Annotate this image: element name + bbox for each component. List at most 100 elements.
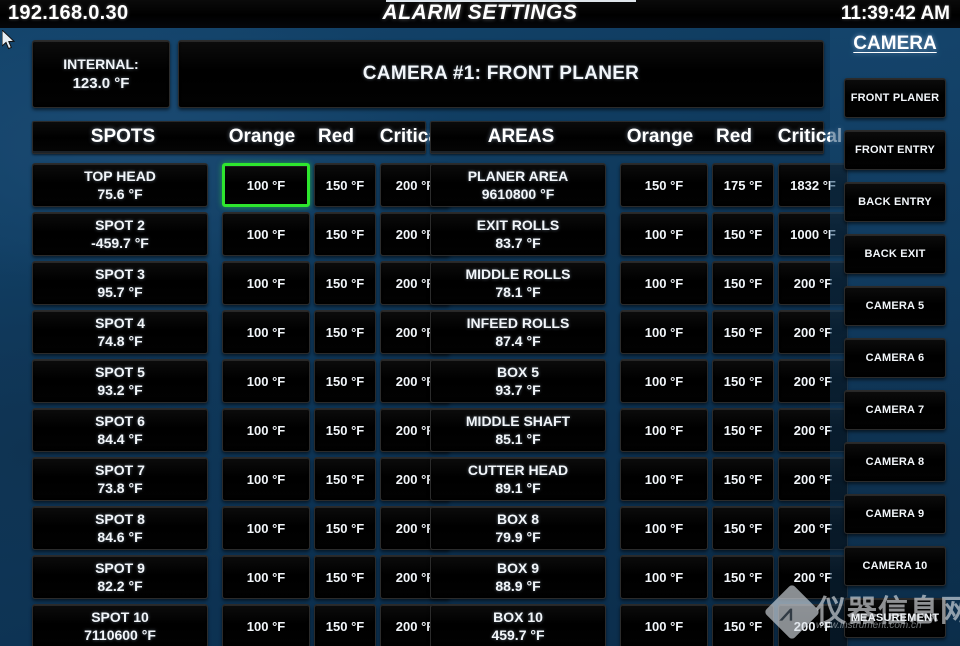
- area-orange-threshold[interactable]: 100 °F: [620, 261, 708, 305]
- area-red-threshold[interactable]: 150 °F: [712, 555, 774, 599]
- table-row: BOX 8 79.9 °F 100 °F 150 °F 200 °F: [430, 506, 848, 555]
- area-orange-threshold[interactable]: 100 °F: [620, 359, 708, 403]
- spot-red-threshold[interactable]: 150 °F: [314, 506, 376, 550]
- area-current-temp: 83.7 °F: [495, 235, 541, 251]
- area-red-threshold[interactable]: 150 °F: [712, 310, 774, 354]
- areas-table-body: PLANER AREA 9610800 °F 150 °F 175 °F 1832 °F…: [430, 163, 848, 646]
- camera-button-camera-5[interactable]: CAMERA 5: [844, 286, 946, 326]
- table-row: PLANER AREA 9610800 °F 150 °F 175 °F 1832 °F: [430, 163, 848, 212]
- spot-red-threshold[interactable]: 150 °F: [314, 310, 376, 354]
- spot-red-threshold[interactable]: 150 °F: [314, 457, 376, 501]
- area-name-cell[interactable]: BOX 5 93.7 °F: [430, 359, 606, 403]
- area-orange-threshold[interactable]: 150 °F: [620, 163, 708, 207]
- area-name-cell[interactable]: CUTTER HEAD 89.1 °F: [430, 457, 606, 501]
- area-red-threshold[interactable]: 150 °F: [712, 261, 774, 305]
- spot-red-threshold[interactable]: 150 °F: [314, 212, 376, 256]
- area-label: BOX 8: [496, 511, 539, 527]
- area-red-threshold[interactable]: 150 °F: [712, 457, 774, 501]
- area-label: MIDDLE SHAFT: [465, 413, 571, 429]
- spot-name-cell[interactable]: SPOT 4 74.8 °F: [32, 310, 208, 354]
- spot-current-temp: 75.6 °F: [97, 186, 143, 202]
- spot-label: SPOT 6: [95, 413, 145, 429]
- area-name-cell[interactable]: MIDDLE SHAFT 85.1 °F: [430, 408, 606, 452]
- area-red-threshold[interactable]: 150 °F: [712, 506, 774, 550]
- spot-current-temp: 93.2 °F: [97, 382, 143, 398]
- spot-name-cell[interactable]: SPOT 10 7110600 °F: [32, 604, 208, 646]
- clock-time: 11:39:42 AM: [840, 3, 950, 24]
- spot-orange-threshold[interactable]: 100 °F: [222, 212, 310, 256]
- spot-name-cell[interactable]: SPOT 5 93.2 °F: [32, 359, 208, 403]
- area-red-threshold[interactable]: 150 °F: [712, 212, 774, 256]
- spot-name-cell[interactable]: TOP HEAD 75.6 °F: [32, 163, 208, 207]
- spot-orange-threshold[interactable]: 100 °F: [222, 310, 310, 354]
- area-name-cell[interactable]: BOX 8 79.9 °F: [430, 506, 606, 550]
- spot-red-threshold[interactable]: 150 °F: [314, 408, 376, 452]
- camera-button-camera-10[interactable]: CAMERA 10: [844, 546, 946, 586]
- spots-table-header: SPOTS Orange Red Critical: [32, 121, 444, 154]
- camera-button-front-entry[interactable]: FRONT ENTRY: [844, 130, 946, 170]
- spot-label: SPOT 7: [95, 462, 145, 478]
- area-orange-threshold[interactable]: 100 °F: [620, 212, 708, 256]
- camera-button-front-planer[interactable]: FRONT PLANER: [844, 78, 946, 118]
- area-label: CUTTER HEAD: [467, 462, 569, 478]
- area-red-threshold[interactable]: 150 °F: [712, 359, 774, 403]
- area-name-cell[interactable]: BOX 10 459.7 °F: [430, 604, 606, 646]
- camera-button-camera-9[interactable]: CAMERA 9: [844, 494, 946, 534]
- area-orange-threshold[interactable]: 100 °F: [620, 555, 708, 599]
- spot-orange-threshold[interactable]: 100 °F: [222, 359, 310, 403]
- area-name-cell[interactable]: EXIT ROLLS 83.7 °F: [430, 212, 606, 256]
- camera-button-camera-8[interactable]: CAMERA 8: [844, 442, 946, 482]
- camera-button-camera-7[interactable]: CAMERA 7: [844, 390, 946, 430]
- spot-orange-threshold[interactable]: 100 °F: [222, 261, 310, 305]
- area-name-cell[interactable]: MIDDLE ROLLS 78.1 °F: [430, 261, 606, 305]
- spot-orange-threshold[interactable]: 100 °F: [222, 604, 310, 646]
- spot-name-cell[interactable]: SPOT 2 -459.7 °F: [32, 212, 208, 256]
- spot-red-threshold[interactable]: 150 °F: [314, 555, 376, 599]
- spot-name-cell[interactable]: SPOT 3 95.7 °F: [32, 261, 208, 305]
- area-current-temp: 459.7 °F: [491, 627, 545, 643]
- internal-temperature-box: INTERNAL: 123.0 °F: [32, 40, 170, 108]
- spot-name-cell[interactable]: SPOT 6 84.4 °F: [32, 408, 208, 452]
- area-current-temp: 85.1 °F: [495, 431, 541, 447]
- spot-name-cell[interactable]: SPOT 9 82.2 °F: [32, 555, 208, 599]
- spot-orange-threshold[interactable]: 100 °F: [222, 506, 310, 550]
- spot-current-temp: 95.7 °F: [97, 284, 143, 300]
- area-red-threshold[interactable]: 150 °F: [712, 604, 774, 646]
- spot-red-threshold[interactable]: 150 °F: [314, 261, 376, 305]
- internal-temperature-label: INTERNAL:: [63, 55, 139, 72]
- spot-orange-threshold[interactable]: 100 °F: [222, 457, 310, 501]
- camera-button-camera-6[interactable]: CAMERA 6: [844, 338, 946, 378]
- area-red-threshold[interactable]: 150 °F: [712, 408, 774, 452]
- spot-name-cell[interactable]: SPOT 7 73.8 °F: [32, 457, 208, 501]
- spot-label: SPOT 5: [95, 364, 145, 380]
- spot-orange-threshold[interactable]: 100 °F: [222, 408, 310, 452]
- spot-label: SPOT 3: [95, 266, 145, 282]
- table-row: EXIT ROLLS 83.7 °F 100 °F 150 °F 1000 °F: [430, 212, 848, 261]
- spot-label: SPOT 4: [95, 315, 145, 331]
- area-orange-threshold[interactable]: 100 °F: [620, 457, 708, 501]
- camera-button-back-entry[interactable]: BACK ENTRY: [844, 182, 946, 222]
- table-row: SPOT 2 -459.7 °F 100 °F 150 °F 200 °F: [32, 212, 450, 261]
- area-current-temp: 93.7 °F: [495, 382, 541, 398]
- area-orange-threshold[interactable]: 100 °F: [620, 604, 708, 646]
- area-name-cell[interactable]: INFEED ROLLS 87.4 °F: [430, 310, 606, 354]
- area-name-cell[interactable]: BOX 9 88.9 °F: [430, 555, 606, 599]
- area-current-temp: 88.9 °F: [495, 578, 541, 594]
- areas-header-name: AREAS: [487, 126, 555, 147]
- spot-red-threshold[interactable]: 150 °F: [314, 163, 376, 207]
- area-red-threshold[interactable]: 175 °F: [712, 163, 774, 207]
- spot-orange-threshold[interactable]: 100 °F: [222, 163, 310, 207]
- camera-button-measurement[interactable]: MEASUREMENT: [844, 598, 946, 638]
- spots-header-red: Red: [318, 126, 354, 147]
- area-name-cell[interactable]: PLANER AREA 9610800 °F: [430, 163, 606, 207]
- spot-red-threshold[interactable]: 150 °F: [314, 604, 376, 646]
- spot-name-cell[interactable]: SPOT 8 84.6 °F: [32, 506, 208, 550]
- area-orange-threshold[interactable]: 100 °F: [620, 506, 708, 550]
- area-orange-threshold[interactable]: 100 °F: [620, 310, 708, 354]
- camera-button-back-exit[interactable]: BACK EXIT: [844, 234, 946, 274]
- area-orange-threshold[interactable]: 100 °F: [620, 408, 708, 452]
- spot-red-threshold[interactable]: 150 °F: [314, 359, 376, 403]
- spot-orange-threshold[interactable]: 100 °F: [222, 555, 310, 599]
- spot-label: TOP HEAD: [84, 168, 156, 184]
- areas-header-red: Red: [716, 126, 752, 147]
